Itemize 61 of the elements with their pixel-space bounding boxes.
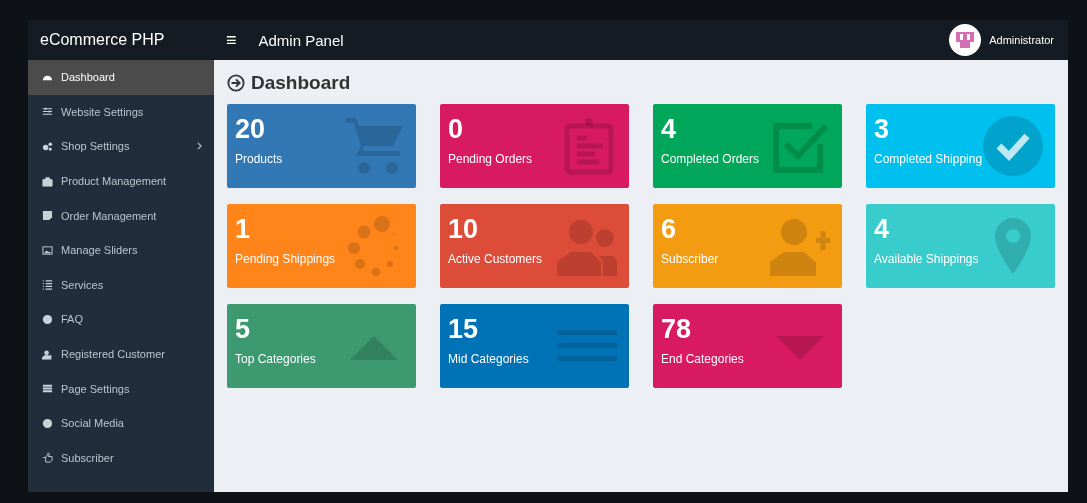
sidebar-item[interactable]: FAQ — [28, 302, 214, 337]
cart-icon — [344, 116, 404, 176]
stat-value: 4 — [661, 113, 677, 146]
stat-card[interactable]: 20 Products — [227, 104, 416, 188]
image-icon — [42, 244, 53, 256]
stat-label: Products — [235, 152, 283, 166]
stat-label: End Categories — [661, 352, 744, 366]
stat-value: 15 — [448, 313, 479, 346]
stat-label: Pending Shippings — [235, 252, 336, 266]
stat-label: Completed Shipping — [874, 152, 983, 166]
sidebar-item[interactable]: Product Management — [28, 163, 214, 199]
stat-value: 4 — [874, 213, 890, 246]
stat-card[interactable]: 78 End Categories — [653, 304, 842, 388]
stat-value: 5 — [235, 313, 251, 346]
note-icon — [42, 210, 53, 222]
stack-icon — [42, 383, 53, 395]
menu-button[interactable]: ≡ — [222, 29, 241, 51]
useradd-icon — [770, 216, 830, 276]
stat-label: Pending Orders — [448, 152, 533, 166]
stat-label: Mid Categories — [448, 352, 529, 366]
add-user-icon — [42, 348, 53, 360]
stat-value: 20 — [235, 113, 266, 146]
stat-value: 10 — [448, 213, 479, 246]
sidebar-item[interactable]: Subscriber — [28, 440, 214, 476]
sidebar-item[interactable]: Website Settings — [28, 94, 214, 130]
sliders-icon — [42, 106, 53, 118]
sidebar-item[interactable]: Services — [28, 267, 214, 303]
avatar-icon[interactable] — [949, 24, 982, 56]
header-title: Admin Panel — [258, 31, 344, 49]
sidebar-item[interactable]: Social Media — [28, 405, 214, 441]
sidebar-item[interactable]: Manage Sliders — [28, 232, 214, 268]
list-icon — [42, 279, 53, 291]
stat-label: Subscriber — [661, 252, 719, 266]
sidebar-item[interactable]: Order Management — [28, 198, 214, 233]
stat-card[interactable]: 15 Mid Categories — [440, 304, 629, 388]
stat-value: 78 — [661, 313, 692, 346]
sidebar-item[interactable]: Shop Settings — [28, 129, 214, 164]
thumb-icon — [42, 452, 53, 464]
sidebar-item[interactable]: Registered Customer — [28, 336, 214, 372]
page-title: Dashboard — [251, 72, 351, 94]
stat-label: Active Customers — [448, 252, 543, 266]
gears-icon — [42, 141, 53, 152]
stat-label: Completed Orders — [661, 152, 760, 166]
arrow-circle-icon — [227, 74, 245, 92]
stat-value: 0 — [448, 113, 464, 146]
user-name[interactable]: Administrator — [989, 34, 1054, 46]
stat-value: 6 — [661, 213, 677, 246]
bars-icon — [557, 328, 617, 363]
brand-logo[interactable]: eCommerce PHP — [28, 31, 214, 49]
checkcircle-icon — [983, 116, 1043, 176]
chevron-icon — [197, 142, 202, 151]
sidebar-item[interactable]: Dashboard — [28, 60, 214, 95]
stat-value: 1 — [235, 213, 251, 246]
stat-value: 3 — [874, 113, 890, 146]
stat-label: Top Categories — [235, 352, 316, 366]
stat-card[interactable]: 5 Top Categories — [227, 304, 416, 388]
stat-card[interactable]: 0 Pending Orders — [440, 104, 629, 188]
bag-icon — [42, 175, 53, 187]
stat-card[interactable]: 10 Active Customers — [440, 204, 629, 288]
stat-label: Available Shippings — [874, 252, 979, 266]
sidebar-item[interactable]: Page Settings — [28, 371, 214, 406]
